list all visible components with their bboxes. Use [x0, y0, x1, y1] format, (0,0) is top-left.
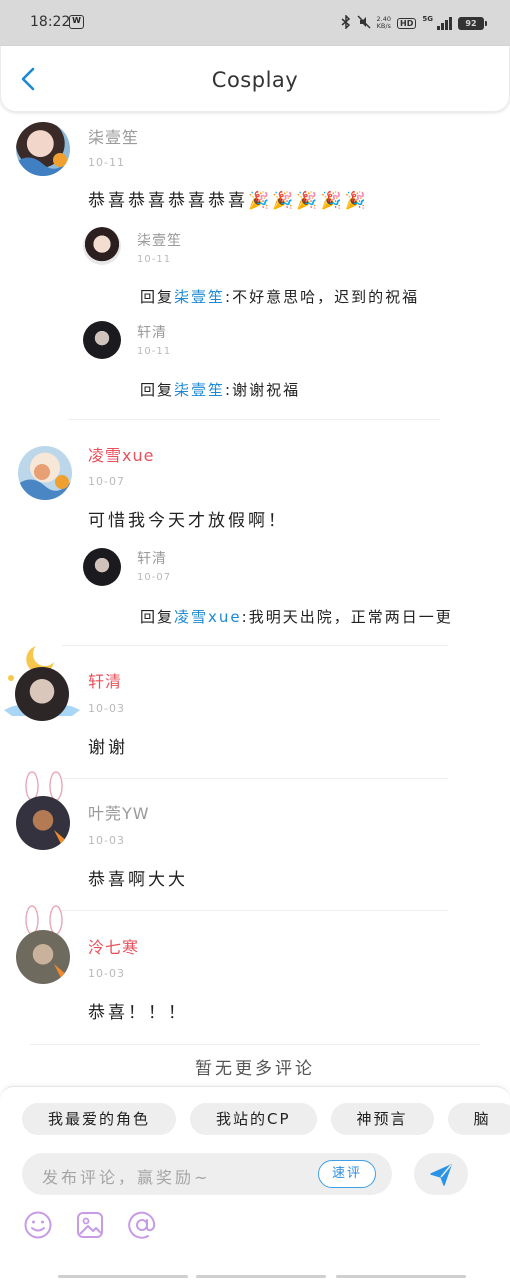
comment-text: 恭喜恭喜恭喜恭喜🎉🎉🎉🎉🎉 — [88, 191, 369, 211]
reply-author[interactable]: 柒壹笙 — [137, 230, 182, 250]
reply-text: 回复凌雪xue:我明天出院，正常两日一更 — [140, 606, 453, 627]
comment-date: 10-03 — [88, 834, 125, 847]
topic-tag[interactable]: 我最爱的角色 — [22, 1103, 177, 1135]
app-notification-icon: W — [69, 15, 84, 29]
hd-icon: HD — [397, 17, 417, 29]
bluetooth-icon — [341, 13, 351, 32]
reply-mention[interactable]: 柒壹笙 — [174, 288, 225, 306]
page-title: Cosplay — [211, 68, 299, 92]
nav-hint-segment — [196, 1275, 326, 1278]
comment-date: 10-11 — [88, 156, 125, 169]
image-icon — [77, 1212, 103, 1238]
comment-date: 10-07 — [88, 475, 125, 488]
top-app-bar: Cosplay — [0, 46, 510, 112]
comment-divider — [62, 910, 448, 911]
quick-comment-button[interactable]: 速评 — [318, 1160, 376, 1188]
comment-text: 可惜我今天才放假啊！ — [88, 511, 288, 531]
comment-composer: 我最爱的角色 我站的CP 神预言 脑 发布评论，赢奖励~ 速评 — [0, 1086, 510, 1280]
avatar[interactable] — [16, 122, 70, 176]
nav-hint-segment — [58, 1275, 188, 1278]
reply-avatar[interactable] — [83, 227, 121, 265]
comment-text: 恭喜啊大大 — [88, 870, 188, 890]
topic-tag[interactable]: 脑 — [447, 1103, 510, 1135]
comment-input[interactable]: 发布评论，赢奖励~ 速评 — [22, 1153, 392, 1195]
at-sign-icon — [128, 1211, 156, 1239]
status-bar: 18:22 W 2.40 KB/s HD 5G 92 — [0, 0, 510, 46]
comment-author[interactable]: 凌雪xue — [88, 442, 154, 466]
network-speed: 2.40 KB/s — [377, 16, 391, 30]
topic-tag[interactable]: 我站的CP — [190, 1103, 317, 1135]
reply-avatar[interactable] — [83, 321, 121, 359]
reply-mention[interactable]: 柒壹笙 — [174, 381, 225, 399]
avatar-art-icon — [54, 830, 68, 846]
comment-divider — [62, 778, 448, 779]
reply-body: :我明天出院，正常两日一更 — [241, 608, 453, 626]
reply-body: :不好意思哈，迟到的祝福 — [225, 288, 420, 306]
status-time: 18:22 — [30, 14, 71, 30]
reply-author[interactable]: 轩清 — [137, 548, 167, 568]
reply-text: 回复柒壹笙:谢谢祝福 — [140, 379, 300, 400]
reply-prefix: 回复 — [140, 381, 175, 399]
reply-body: :谢谢祝福 — [225, 381, 301, 399]
topic-tag[interactable]: 神预言 — [330, 1103, 434, 1135]
comment-text: 谢谢 — [88, 738, 128, 758]
signal-icon — [437, 16, 452, 30]
reply-prefix: 回复 — [140, 608, 175, 626]
comment-author[interactable]: 柒壹笙 — [88, 124, 139, 148]
comment-date: 10-03 — [88, 702, 125, 715]
avatar-art-icon — [18, 464, 72, 500]
comment-input-placeholder: 发布评论，赢奖励~ — [42, 1168, 211, 1187]
nav-hint-segment — [336, 1275, 466, 1278]
comment-date: 10-03 — [88, 967, 125, 980]
5g-icon: 5G — [422, 15, 433, 23]
mute-icon — [357, 14, 371, 32]
composer-tools — [22, 1209, 158, 1241]
send-button[interactable] — [414, 1153, 468, 1195]
avatar[interactable] — [16, 930, 70, 984]
no-more-comments: 暂无更多评论 — [195, 1059, 315, 1079]
avatar[interactable] — [15, 667, 69, 721]
topic-tags: 我最爱的角色 我站的CP 神预言 脑 — [22, 1103, 510, 1135]
emoji-icon — [24, 1211, 52, 1239]
reply-mention[interactable]: 凌雪xue — [174, 608, 242, 626]
comment-divider — [62, 645, 448, 646]
battery-icon: 92 — [458, 16, 487, 30]
avatar-art-icon — [16, 153, 70, 176]
comment-text: 恭喜！！！ — [88, 1003, 188, 1023]
avatar-art-icon — [54, 964, 68, 980]
comment-author[interactable]: 泠七寒 — [88, 934, 139, 958]
avatar[interactable] — [18, 446, 72, 500]
reply-date: 10-11 — [137, 254, 172, 265]
comment-author[interactable]: 叶莞YW — [88, 800, 150, 824]
emoji-button[interactable] — [22, 1209, 54, 1241]
reply-date: 10-07 — [137, 572, 172, 583]
reply-date: 10-11 — [137, 346, 172, 357]
reply-prefix: 回复 — [140, 288, 175, 306]
comment-author[interactable]: 轩清 — [88, 668, 122, 692]
comment-divider — [68, 419, 440, 420]
reply-avatar[interactable] — [83, 548, 121, 586]
send-icon — [430, 1164, 452, 1186]
mention-button[interactable] — [126, 1209, 158, 1241]
comment-divider — [30, 1044, 480, 1045]
reply-text: 回复柒壹笙:不好意思哈，迟到的祝福 — [140, 286, 419, 307]
avatar[interactable] — [16, 796, 70, 850]
image-button[interactable] — [74, 1209, 106, 1241]
status-icons: 2.40 KB/s HD 5G 92 — [341, 12, 487, 34]
reply-author[interactable]: 轩清 — [137, 322, 167, 342]
network-speed-unit: KB/s — [376, 22, 391, 30]
